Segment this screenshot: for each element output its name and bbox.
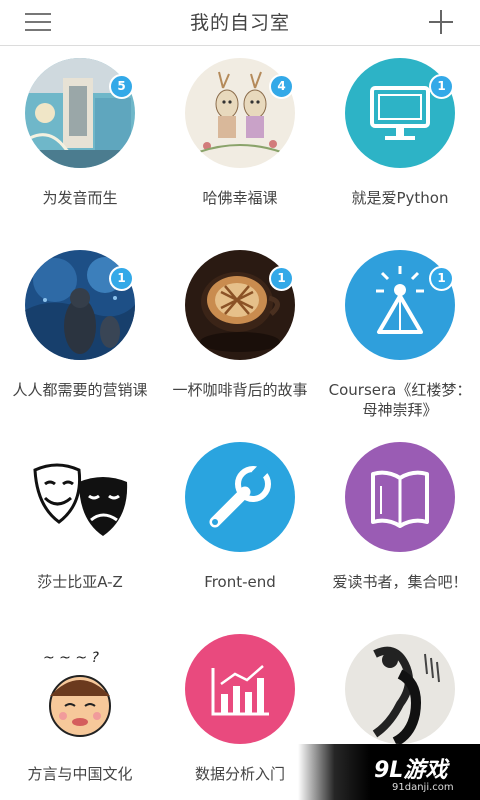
notification-badge: 4	[269, 74, 294, 99]
study-room-card[interactable]: 1 一杯咖啡背后的故事	[160, 250, 320, 440]
watermark-url: 91danji.com	[392, 782, 454, 793]
room-name-label: 一杯咖啡背后的故事	[172, 381, 308, 399]
ink-figure-painting	[345, 634, 455, 744]
study-room-card[interactable]: 5 为发音而生	[0, 58, 160, 228]
wrench-icon	[185, 442, 295, 552]
notification-badge: 1	[429, 74, 454, 99]
room-name-label: 爱读书者，集合吧！	[332, 573, 468, 591]
theater-masks-drawing	[25, 442, 135, 552]
room-name-label: 为发音而生	[42, 189, 118, 207]
room-name-label: 就是爱Python	[351, 189, 449, 207]
study-room-card[interactable]: 爱读书者，集合吧！	[320, 442, 480, 622]
room-name-label: Front-end	[204, 573, 276, 591]
study-room-card[interactable]: ~ ~ ~ ? 方言与中国文化	[0, 634, 160, 800]
notification-badge: 1	[269, 266, 294, 291]
room-name-label: 莎士比亚A-Z	[37, 573, 123, 591]
room-name-label: 人人都需要的营销课	[12, 381, 148, 399]
room-name-label: 数据分析入门	[194, 765, 285, 783]
study-room-card[interactable]: 1 Coursera《红楼梦：母神崇拜》	[320, 250, 480, 440]
study-room-card[interactable]: 4 哈佛幸福课	[160, 58, 320, 228]
watermark-logo-text: 9L游戏	[374, 758, 448, 783]
study-room-card[interactable]: 1 就是爱Python	[320, 58, 480, 228]
open-book-icon	[345, 442, 455, 552]
bar-chart-icon	[185, 634, 295, 744]
notification-badge: 5	[109, 74, 134, 99]
study-room-card[interactable]: 数据分析入门	[160, 634, 320, 800]
top-app-bar: 我的自习室	[0, 0, 480, 46]
study-room-card[interactable]: 1 人人都需要的营销课	[0, 250, 160, 440]
room-name-label: Coursera《红楼梦：母神崇拜》	[328, 381, 472, 419]
notification-badge: 1	[429, 266, 454, 291]
study-room-card[interactable]: 莎士比亚A-Z	[0, 442, 160, 622]
room-name-label: 哈佛幸福课	[202, 189, 278, 207]
site-watermark: 9L游戏 91danji.com	[298, 744, 480, 800]
cartoon-girl-drawing: ~ ~ ~ ?	[25, 634, 135, 744]
svg-text:~ ~ ~ ?: ~ ~ ~ ?	[43, 650, 100, 666]
study-room-card[interactable]: Front-end	[160, 442, 320, 622]
room-name-label: 方言与中国文化	[27, 765, 133, 783]
notification-badge: 1	[109, 266, 134, 291]
plus-icon[interactable]	[428, 9, 454, 35]
page-title: 我的自习室	[189, 12, 290, 34]
